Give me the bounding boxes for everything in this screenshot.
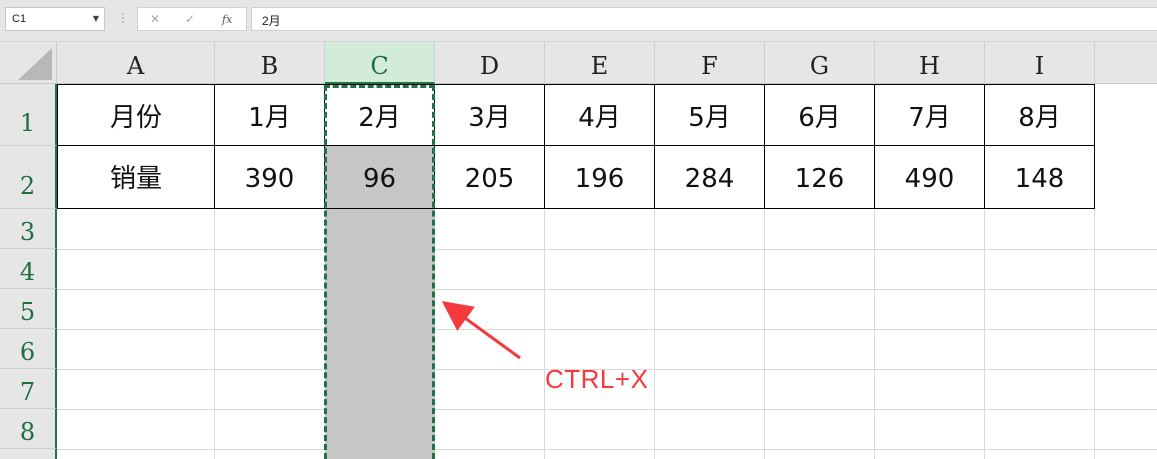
row-header-5[interactable]: 5: [0, 289, 57, 329]
insert-function-icon[interactable]: fx: [222, 13, 232, 26]
select-all-triangle-icon: [18, 48, 52, 80]
formula-text: 2月: [262, 14, 281, 28]
cell-h2[interactable]: 490: [875, 146, 985, 209]
formula-bar: C1 ▼ ⋮ ✕ ✓ fx 2月: [0, 0, 1157, 42]
column-header-h[interactable]: H: [875, 42, 985, 84]
cell-a2[interactable]: 销量: [57, 146, 215, 209]
row-header-7[interactable]: 7: [0, 369, 57, 409]
column-header-e[interactable]: E: [545, 42, 655, 84]
column-header-i[interactable]: I: [985, 42, 1095, 84]
empty-grid-lines: [57, 209, 1157, 459]
enter-icon[interactable]: ✓: [185, 12, 195, 26]
shortcut-annotation: CTRL+X: [545, 364, 649, 394]
row-header-4[interactable]: 4: [0, 249, 57, 289]
cell-f2[interactable]: 284: [655, 146, 765, 209]
cell-e1[interactable]: 4月: [545, 84, 655, 146]
annotation-arrow-icon: [441, 301, 521, 360]
formula-buttons: ✕ ✓ fx: [137, 7, 247, 31]
cell-b1[interactable]: 1月: [215, 84, 325, 146]
cell-i1[interactable]: 8月: [985, 84, 1095, 146]
column-header-c[interactable]: C: [325, 42, 435, 84]
column-header-j[interactable]: [1095, 42, 1157, 84]
cell-g2[interactable]: 126: [765, 146, 875, 209]
cell-d2[interactable]: 205: [435, 146, 545, 209]
row-header-2[interactable]: 2: [0, 146, 57, 209]
column-header-a[interactable]: A: [57, 42, 215, 84]
name-box-value: C1: [12, 13, 27, 25]
column-header-f[interactable]: F: [655, 42, 765, 84]
chevron-down-icon[interactable]: ▼: [91, 14, 101, 24]
cell-h1[interactable]: 7月: [875, 84, 985, 146]
cell-b2[interactable]: 390: [215, 146, 325, 209]
cell-c2[interactable]: 96: [325, 146, 435, 209]
select-all-button[interactable]: [0, 42, 57, 84]
cell-i2[interactable]: 148: [985, 146, 1095, 209]
column-header-g[interactable]: G: [765, 42, 875, 84]
row-header-3[interactable]: 3: [0, 209, 57, 249]
cell-e2[interactable]: 196: [545, 146, 655, 209]
spreadsheet-grid: A B C D E F G H I 1 2 3 4 5 6 7 8 月份 1月 …: [0, 42, 1157, 459]
row-header-1[interactable]: 1: [0, 84, 57, 146]
row-header-8[interactable]: 8: [0, 409, 57, 449]
cell-f1[interactable]: 5月: [655, 84, 765, 146]
row-header-6[interactable]: 6: [0, 329, 57, 369]
name-box[interactable]: C1 ▼: [5, 7, 105, 31]
cell-g1[interactable]: 6月: [765, 84, 875, 146]
cell-c1[interactable]: 2月: [325, 84, 435, 146]
selected-column-fill[interactable]: [325, 209, 435, 459]
cell-a1[interactable]: 月份: [57, 84, 215, 146]
cancel-icon[interactable]: ✕: [150, 12, 160, 26]
cell-d1[interactable]: 3月: [435, 84, 545, 146]
column-header-b[interactable]: B: [215, 42, 325, 84]
more-options-icon[interactable]: ⋮: [117, 11, 129, 25]
formula-input[interactable]: 2月: [251, 7, 1157, 31]
column-header-d[interactable]: D: [435, 42, 545, 84]
row-header-9[interactable]: [0, 449, 57, 459]
